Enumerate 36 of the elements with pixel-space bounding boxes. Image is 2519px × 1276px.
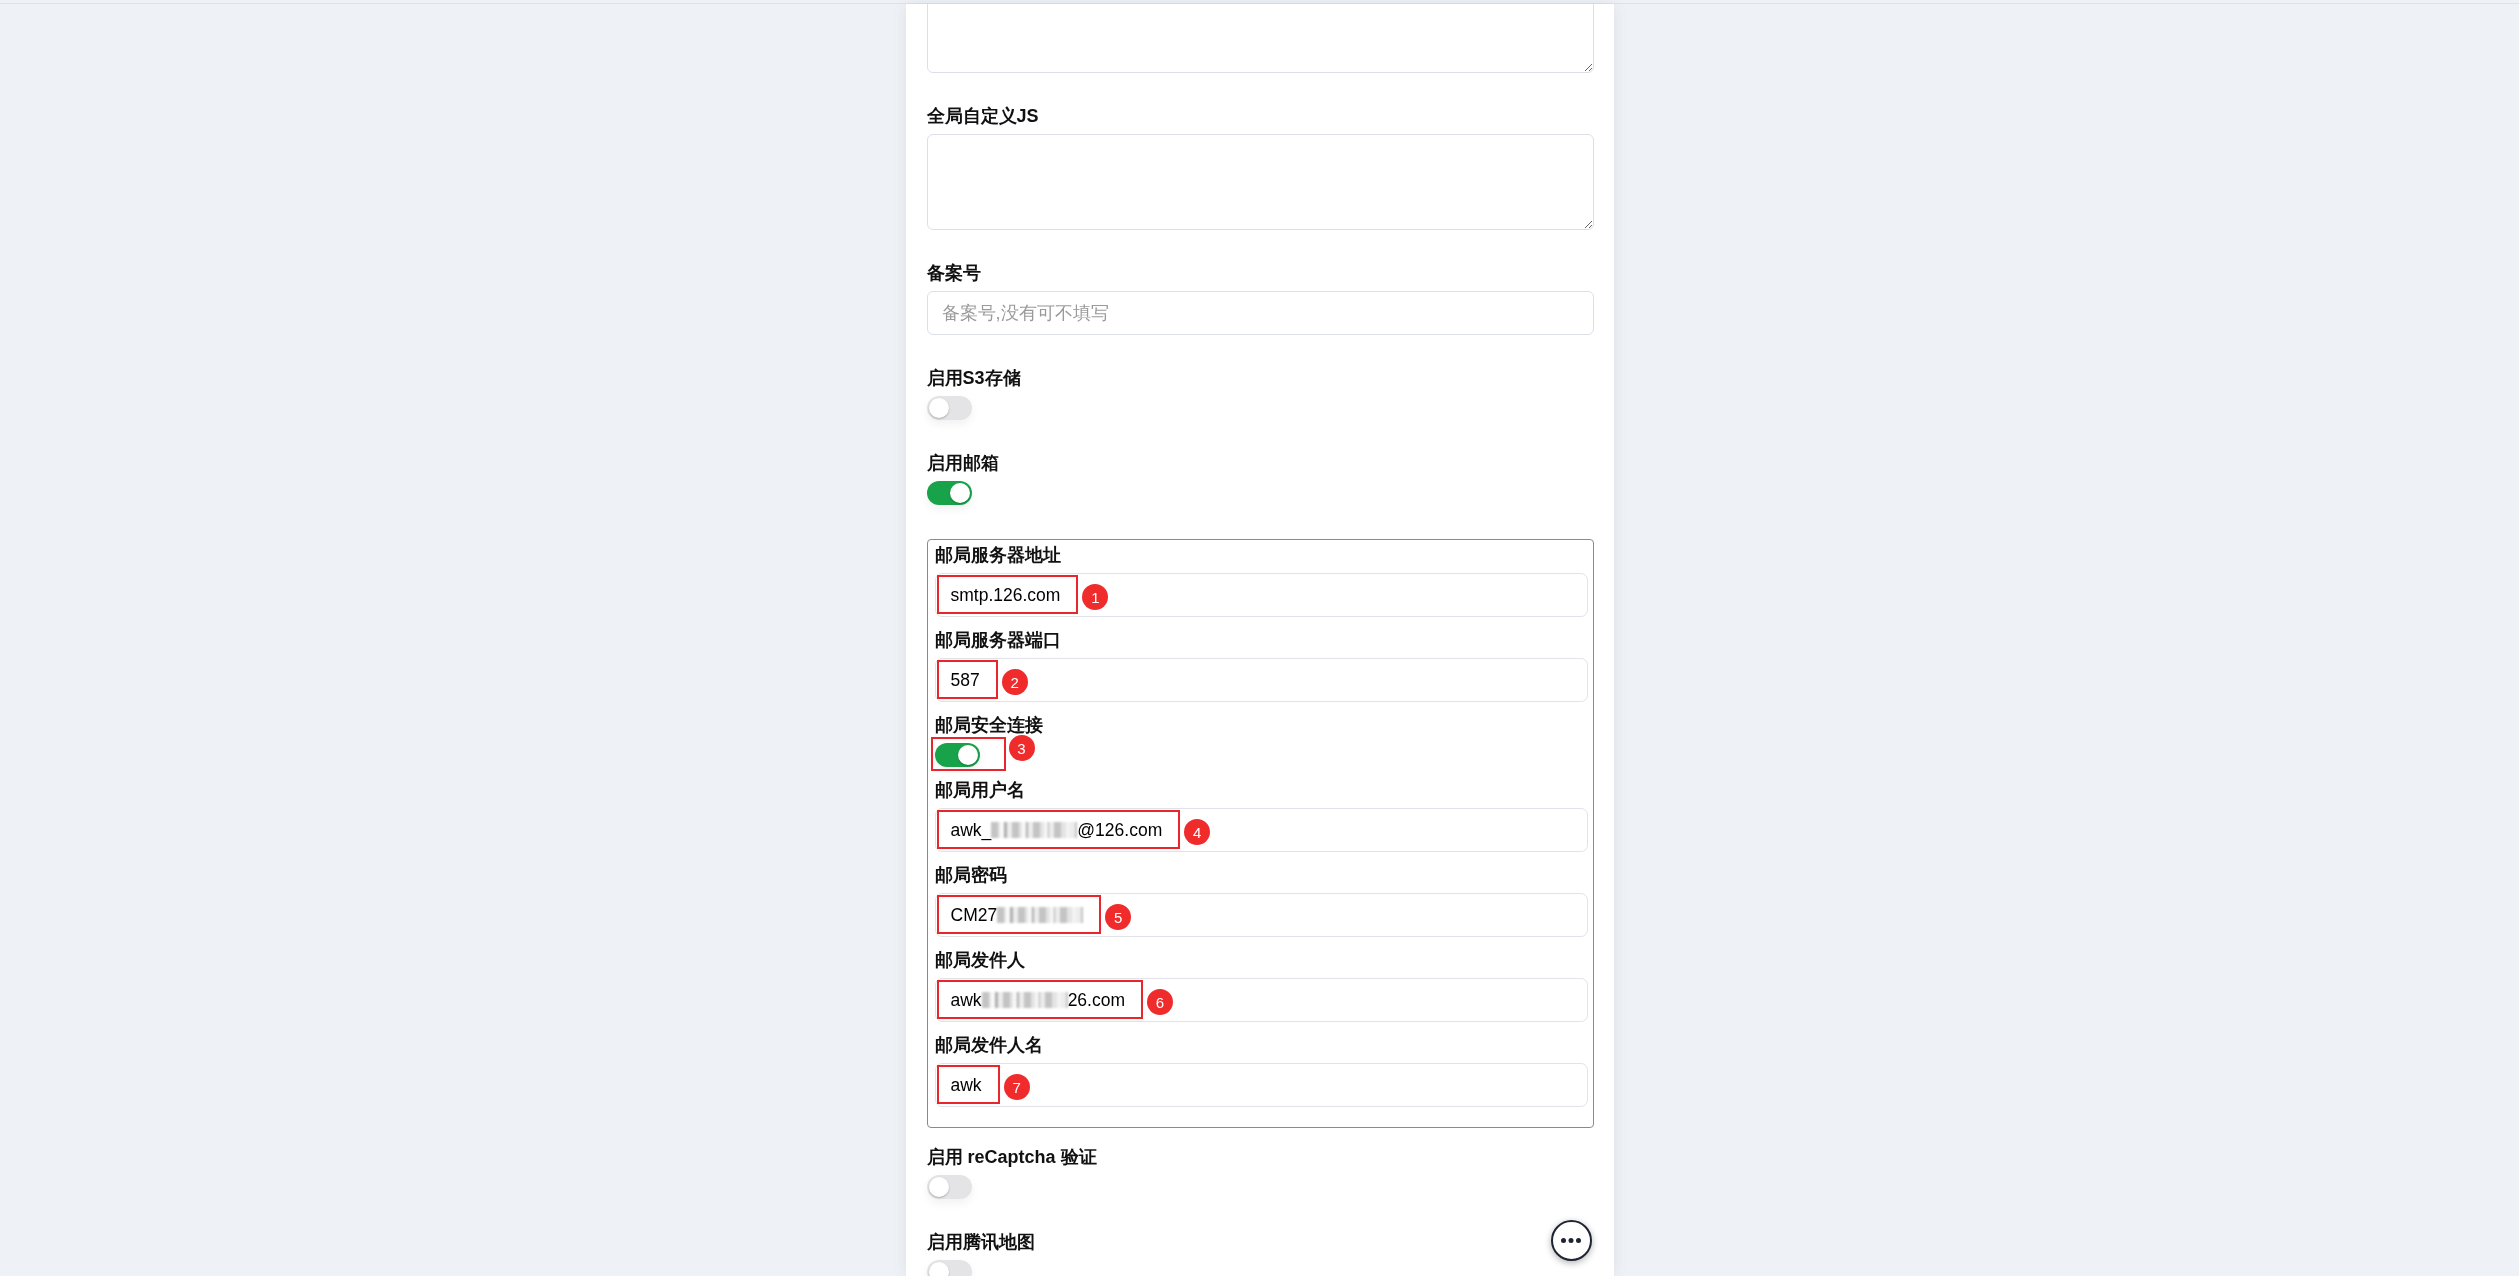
- text-area-field[interactable]: [926, 134, 1594, 230]
- more-options-button[interactable]: [1550, 1220, 1592, 1261]
- field-label: 邮局密码: [934, 864, 1007, 887]
- field-label: 邮局发件人: [934, 949, 1025, 972]
- field-label: 启用腾讯地图: [926, 1231, 1035, 1254]
- field-label: 启用 reCaptcha 验证: [926, 1146, 1097, 1169]
- field-label: 邮局发件人名: [934, 1034, 1043, 1057]
- annotation-number-badge: 1: [1082, 584, 1109, 610]
- input-field[interactable]: smtp.126.com 1: [934, 573, 1588, 617]
- annotation-number-badge: 5: [1105, 904, 1132, 930]
- ellipsis-icon: [1561, 1238, 1581, 1243]
- field-label: 备案号: [926, 262, 981, 285]
- input-field[interactable]: 备案号,没有可不填写: [926, 291, 1594, 335]
- annotation-number-badge: 2: [1001, 669, 1028, 695]
- field-label: 启用S3存储: [926, 367, 1021, 390]
- highlight-frame: [936, 660, 998, 699]
- annotation-number-badge: 7: [1003, 1074, 1030, 1100]
- toggle-switch[interactable]: [926, 481, 972, 505]
- field-label: 邮局用户名: [934, 779, 1025, 802]
- field-label: 邮局服务器地址: [934, 544, 1061, 567]
- annotation-number-badge: 6: [1147, 989, 1173, 1015]
- input-field[interactable]: awk_ @126.com 4: [934, 808, 1588, 852]
- input-field[interactable]: awk 7: [934, 1063, 1588, 1107]
- input-field[interactable]: awk 26.com 6: [934, 978, 1588, 1022]
- input-field[interactable]: CM27 5: [934, 893, 1588, 937]
- toggle-switch[interactable]: [934, 743, 980, 767]
- field-label: 启用邮箱: [926, 452, 999, 475]
- field-label: 全局自定义JS: [926, 105, 1039, 128]
- input-field[interactable]: 587 2: [934, 658, 1588, 702]
- annotation-number-badge: 3: [1008, 735, 1035, 761]
- toggle-switch[interactable]: [926, 1175, 972, 1199]
- highlight-frame: [936, 1065, 1000, 1104]
- toggle-switch[interactable]: [926, 396, 972, 420]
- annotation-number-badge: 4: [1184, 819, 1211, 845]
- field-label: 邮局安全连接: [934, 714, 1043, 737]
- field-label: 邮局服务器端口: [934, 629, 1061, 652]
